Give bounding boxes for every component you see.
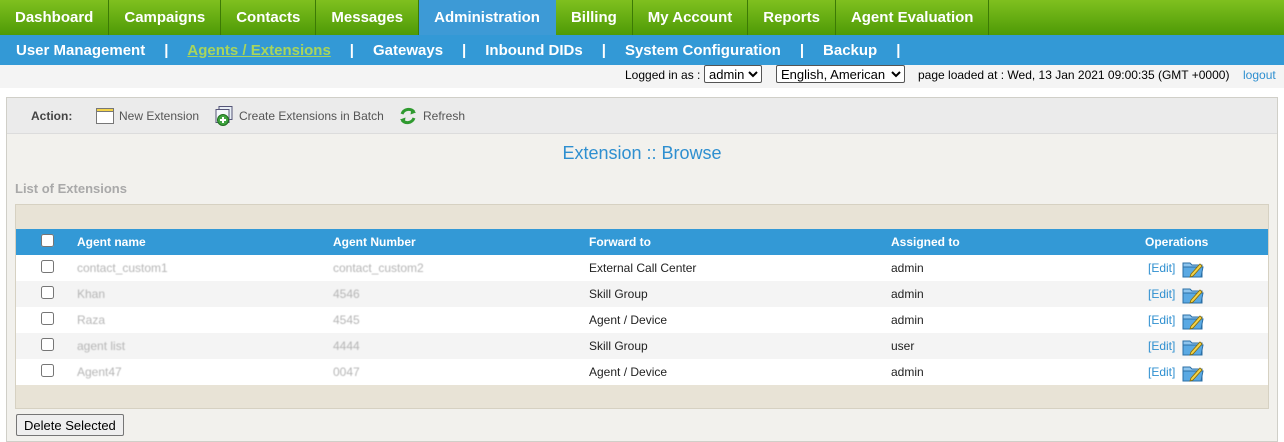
refresh-icon (400, 107, 416, 125)
new-extension-label: New Extension (119, 109, 200, 123)
agent-number: 4545 (333, 313, 360, 327)
column-header-operations: Operations (1145, 235, 1209, 249)
top-nav: Dashboard Campaigns Contacts Messages Ad… (0, 0, 1284, 35)
folder-edit-icon[interactable] (1182, 258, 1204, 278)
row-checkbox[interactable] (41, 338, 54, 351)
row-checkbox[interactable] (41, 312, 54, 325)
agent-number: contact_custom2 (333, 261, 424, 275)
refresh-button[interactable]: Refresh (397, 105, 465, 127)
tab-messages[interactable]: Messages (316, 0, 420, 35)
delete-selected-button[interactable]: Delete Selected (16, 414, 124, 436)
edit-link[interactable]: [Edit] (1148, 313, 1175, 327)
agent-name: Raza (77, 313, 106, 327)
tab-agent-evaluation[interactable]: Agent Evaluation (836, 0, 990, 35)
row-checkbox-cell (41, 260, 54, 276)
batch-add-icon (215, 106, 233, 126)
edit-link[interactable]: [Edit] (1148, 339, 1175, 353)
tab-administration[interactable]: Administration (419, 0, 556, 35)
edit-link[interactable]: [Edit] (1148, 261, 1175, 275)
subnav-agents-extensions[interactable]: Agents / Extensions (187, 42, 330, 59)
column-header-assigned-to: Assigned to (891, 235, 960, 249)
table-row: Khan 4546 Skill Group admin [Edit] (16, 281, 1268, 307)
main-panel: Action: New Extension Create Extensions … (6, 97, 1278, 442)
column-header-agent-name: Agent name (77, 235, 146, 249)
forward-to: Skill Group (589, 339, 648, 353)
subnav-separator: | (896, 41, 901, 59)
tab-dashboard[interactable]: Dashboard (0, 0, 110, 35)
folder-edit-icon[interactable] (1182, 336, 1204, 356)
table-row: contact_custom1 contact_custom2 External… (16, 255, 1268, 281)
table-header: Agent name Agent Number Forward to Assig… (16, 229, 1268, 255)
subnav-gateways[interactable]: Gateways (373, 42, 443, 59)
subnav-separator: | (462, 41, 467, 59)
agent-name: agent list (77, 339, 126, 353)
row-checkbox-cell (41, 286, 54, 302)
forward-to: External Call Center (589, 261, 697, 275)
column-header-agent-number: Agent Number (333, 235, 416, 249)
logged-in-label: Logged in as : (625, 68, 701, 82)
create-batch-label: Create Extensions in Batch (239, 109, 384, 123)
row-checkbox[interactable] (41, 364, 54, 377)
folder-edit-icon[interactable] (1182, 310, 1204, 330)
agent-name: Agent47 (77, 365, 122, 379)
tab-billing[interactable]: Billing (556, 0, 633, 35)
assigned-to: admin (891, 313, 924, 327)
page-title: Extension :: Browse (562, 143, 722, 163)
agent-number: 4444 (333, 339, 360, 353)
language-select[interactable]: English, American (776, 65, 905, 83)
forward-to: Skill Group (589, 287, 648, 301)
logout-link[interactable]: logout (1243, 68, 1276, 82)
agent-number: 0047 (333, 365, 360, 379)
folder-edit-icon[interactable] (1182, 362, 1204, 382)
subnav-user-management[interactable]: User Management (16, 42, 145, 59)
table-row: agent list 4444 Skill Group user [Edit] (16, 333, 1268, 359)
page-loaded-time: page loaded at : Wed, 13 Jan 2021 09:00:… (918, 68, 1230, 82)
forward-to: Agent / Device (589, 313, 668, 327)
sub-nav: User Management | Agents / Extensions | … (0, 35, 1284, 65)
agent-name: Khan (77, 287, 106, 301)
assigned-to: user (891, 339, 915, 353)
new-document-icon (96, 108, 114, 124)
table-row: Agent47 0047 Agent / Device admin [Edit] (16, 359, 1268, 385)
subnav-system-configuration[interactable]: System Configuration (625, 42, 781, 59)
row-checkbox-cell (41, 312, 54, 328)
action-bar: Action: New Extension Create Extensions … (7, 98, 1277, 134)
agent-name: contact_custom1 (77, 261, 168, 275)
select-all-checkbox[interactable] (41, 234, 54, 247)
tab-my-account[interactable]: My Account (633, 0, 749, 35)
list-label: List of Extensions (15, 181, 127, 196)
new-extension-button[interactable]: New Extension (95, 105, 199, 127)
status-bar: Logged in as : admin English, American p… (0, 65, 1284, 88)
folder-edit-icon[interactable] (1182, 284, 1204, 304)
edit-link[interactable]: [Edit] (1148, 287, 1175, 301)
create-batch-button[interactable]: Create Extensions in Batch (213, 105, 384, 127)
user-select[interactable]: admin (704, 65, 762, 83)
assigned-to: admin (891, 261, 924, 275)
action-label: Action: (31, 109, 73, 123)
row-checkbox[interactable] (41, 286, 54, 299)
subnav-separator: | (601, 41, 606, 59)
table-row: Raza 4545 Agent / Device admin [Edit] (16, 307, 1268, 333)
tab-reports[interactable]: Reports (748, 0, 836, 35)
tab-campaigns[interactable]: Campaigns (109, 0, 222, 35)
tab-contacts[interactable]: Contacts (221, 0, 317, 35)
forward-to: Agent / Device (589, 365, 668, 379)
select-all-cell (41, 234, 54, 250)
refresh-label: Refresh (423, 109, 466, 123)
edit-link[interactable]: [Edit] (1148, 365, 1175, 379)
subnav-separator: | (349, 41, 354, 59)
subnav-backup[interactable]: Backup (823, 42, 877, 59)
assigned-to: admin (891, 287, 924, 301)
agent-number: 4546 (333, 287, 360, 301)
column-header-forward-to: Forward to (589, 235, 651, 249)
subnav-inbound-dids[interactable]: Inbound DIDs (485, 42, 583, 59)
subnav-separator: | (799, 41, 805, 59)
row-checkbox-cell (41, 338, 54, 354)
row-checkbox[interactable] (41, 260, 54, 273)
extensions-table: Agent name Agent Number Forward to Assig… (15, 204, 1269, 409)
subnav-separator: | (164, 41, 169, 59)
assigned-to: admin (891, 365, 924, 379)
row-checkbox-cell (41, 364, 54, 380)
